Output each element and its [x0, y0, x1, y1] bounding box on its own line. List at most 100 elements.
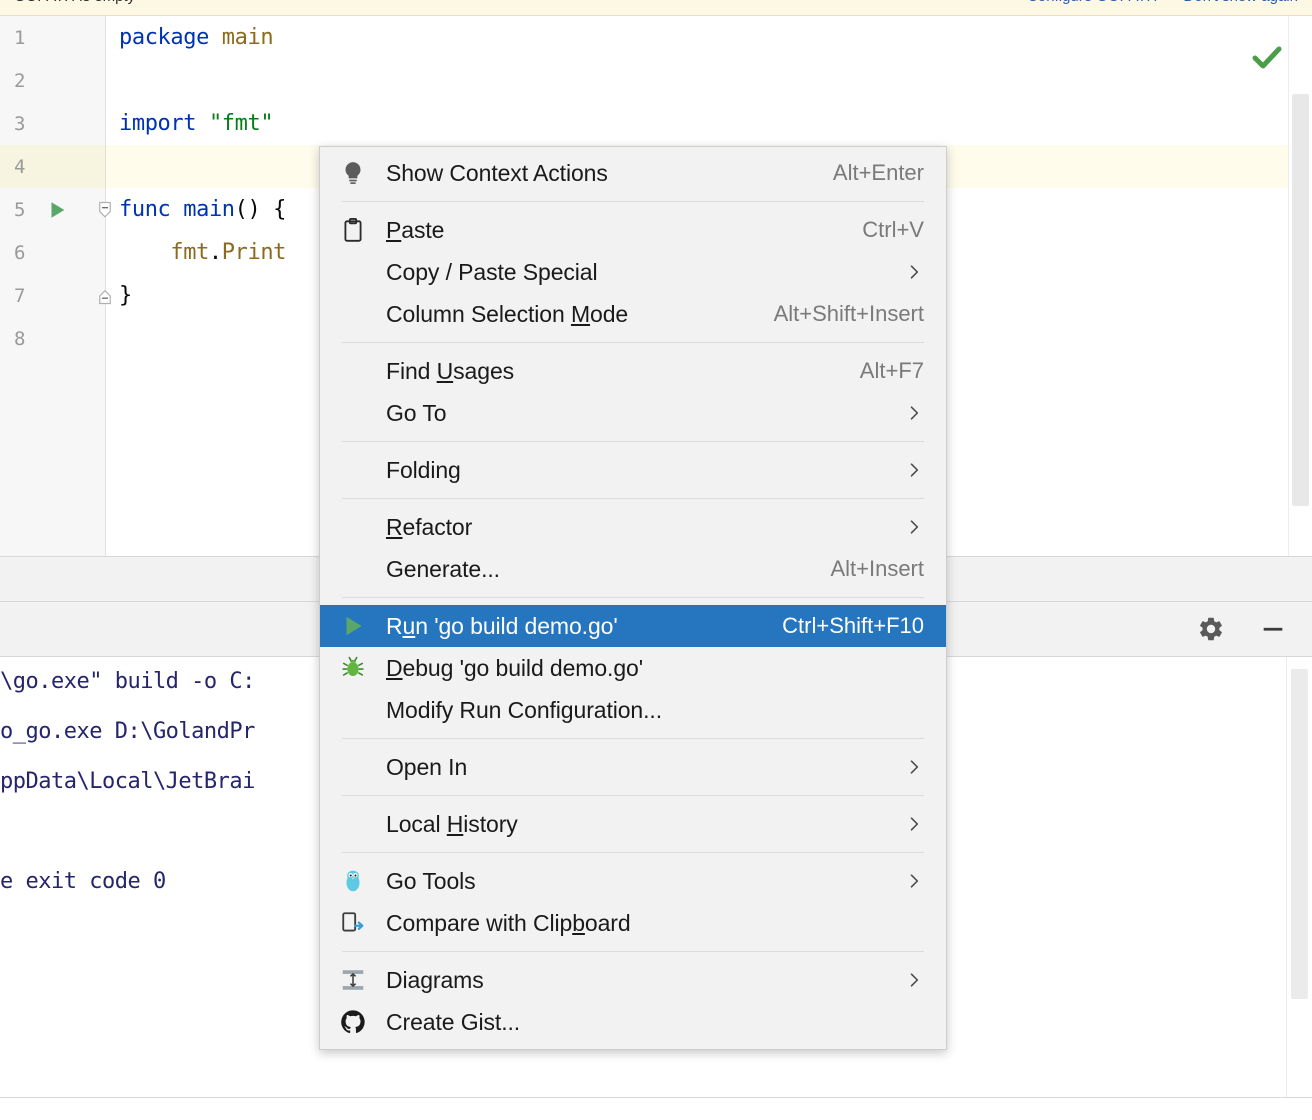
menu-separator	[342, 201, 924, 202]
code-folding-end-icon[interactable]	[96, 274, 116, 317]
menu-item-shortcut: Ctrl+Shift+F10	[782, 613, 924, 638]
menu-item-label: Folding	[386, 456, 461, 483]
status-bar	[0, 1097, 1312, 1120]
menu-item-refactor[interactable]: Refactor	[320, 506, 946, 548]
menu-item-go-to[interactable]: Go To	[320, 392, 946, 434]
menu-item-label: Local History	[386, 810, 518, 837]
debug-bug-icon	[320, 647, 386, 689]
line-number: 5	[14, 198, 26, 221]
console-scrollbar[interactable]	[1286, 657, 1312, 1097]
menu-item-folding[interactable]: Folding	[320, 449, 946, 491]
menu-item-label: Compare with Clipboard	[386, 909, 631, 936]
menu-separator	[342, 951, 924, 952]
menu-item-column-selection-mode[interactable]: Column Selection Mode Alt+Shift+Insert	[320, 293, 946, 335]
menu-item-no-icon	[320, 506, 386, 548]
menu-item-no-icon	[320, 293, 386, 335]
menu-item-local-history[interactable]: Local History	[320, 803, 946, 845]
dont-show-again-link[interactable]: Don't show again	[1183, 0, 1298, 5]
line-number: 7	[14, 284, 26, 307]
editor-line-2[interactable]: 2	[0, 59, 1312, 102]
menu-item-shortcut: Ctrl+V	[862, 217, 924, 242]
gutter-cell-8[interactable]: 8	[0, 317, 106, 360]
gear-icon[interactable]	[1196, 614, 1226, 644]
menu-item-compare-with-clipboard[interactable]: Compare with Clipboard	[320, 902, 946, 944]
menu-separator	[342, 738, 924, 739]
menu-item-label: Refactor	[386, 513, 473, 540]
menu-item-create-gist[interactable]: Create Gist...	[320, 1001, 946, 1043]
clipboard-icon	[320, 209, 386, 251]
line-number: 4	[14, 155, 26, 178]
menu-item-label: Generate...	[386, 555, 500, 582]
line-number: 1	[14, 26, 26, 49]
chevron-right-icon	[884, 814, 924, 834]
chevron-right-icon	[884, 262, 924, 282]
gutter-cell-4[interactable]: 4	[0, 145, 106, 188]
editor-scrollbar[interactable]	[1288, 16, 1312, 556]
run-green-triangle-icon	[320, 605, 386, 647]
gutter-cell-3[interactable]: 3	[0, 102, 106, 145]
gopath-notification-banner: GOPATH is empty Configure GOPATH Don't s…	[0, 0, 1312, 16]
gutter-cell-5[interactable]: 5	[0, 188, 111, 231]
menu-item-shortcut: Alt+Insert	[830, 556, 924, 581]
menu-separator	[342, 498, 924, 499]
editor-context-menu[interactable]: Show Context Actions Alt+Enter Paste Ctrl+V…	[319, 146, 947, 1050]
gutter-cell-1[interactable]: 1	[0, 16, 106, 59]
chevron-right-icon	[884, 871, 924, 891]
menu-separator	[342, 852, 924, 853]
menu-item-generate[interactable]: Generate... Alt+Insert	[320, 548, 946, 590]
minimize-icon[interactable]	[1258, 614, 1288, 644]
chevron-right-icon	[884, 403, 924, 423]
gutter-cell-6[interactable]: 6	[0, 231, 106, 274]
editor-line-1[interactable]: 1 package main	[0, 16, 1312, 59]
console-scrollbar-thumb[interactable]	[1291, 669, 1308, 999]
chevron-right-icon	[884, 757, 924, 777]
menu-item-label: Open In	[386, 753, 468, 780]
menu-item-copy-paste-special[interactable]: Copy / Paste Special	[320, 251, 946, 293]
menu-item-show-context-actions[interactable]: Show Context Actions Alt+Enter	[320, 152, 946, 194]
menu-item-label: Paste	[386, 216, 445, 243]
editor-scrollbar-thumb[interactable]	[1292, 94, 1309, 506]
compare-clipboard-icon	[320, 902, 386, 944]
chevron-right-icon	[884, 517, 924, 537]
diagram-icon	[320, 959, 386, 1001]
line-number: 3	[14, 112, 26, 135]
menu-item-label: Go To	[386, 399, 447, 426]
gutter-cell-2[interactable]: 2	[0, 59, 106, 102]
menu-item-find-usages[interactable]: Find Usages Alt+F7	[320, 350, 946, 392]
menu-separator	[342, 342, 924, 343]
menu-item-label: Find Usages	[386, 357, 515, 384]
menu-item-shortcut: Alt+Shift+Insert	[773, 301, 924, 326]
go-gopher-icon	[320, 860, 386, 902]
menu-item-paste[interactable]: Paste Ctrl+V	[320, 209, 946, 251]
line-number: 8	[14, 327, 26, 350]
menu-separator	[342, 597, 924, 598]
code-folding-start-icon[interactable]	[96, 188, 116, 231]
code-line-text: package main	[119, 25, 274, 50]
menu-item-label: Column Selection Mode	[386, 300, 629, 327]
menu-item-open-in[interactable]: Open In	[320, 746, 946, 788]
gutter-cell-7[interactable]: 7	[0, 274, 111, 317]
menu-item-label: Create Gist...	[386, 1008, 521, 1035]
menu-item-label: Go Tools	[386, 867, 476, 894]
menu-item-no-icon	[320, 350, 386, 392]
menu-item-no-icon	[320, 548, 386, 590]
menu-item-label: Run 'go build demo.go'	[386, 612, 618, 639]
menu-item-modify-run-configuration[interactable]: Modify Run Configuration...	[320, 689, 946, 731]
menu-item-diagrams[interactable]: Diagrams	[320, 959, 946, 1001]
menu-separator	[342, 441, 924, 442]
editor-line-3[interactable]: 3 import "fmt"	[0, 102, 1312, 145]
gutter-run-icon[interactable]	[46, 188, 68, 231]
configure-gopath-link[interactable]: Configure GOPATH	[1027, 0, 1157, 5]
menu-item-no-icon	[320, 746, 386, 788]
menu-item-label: Show Context Actions	[386, 159, 608, 186]
inspection-ok-check-icon[interactable]	[1252, 46, 1282, 75]
menu-item-run-go-build-demo[interactable]: Run 'go build demo.go' Ctrl+Shift+F10	[320, 605, 946, 647]
menu-item-shortcut: Alt+F7	[859, 358, 924, 383]
menu-item-debug-go-build-demo[interactable]: Debug 'go build demo.go'	[320, 647, 946, 689]
chevron-right-icon	[884, 970, 924, 990]
menu-item-go-tools[interactable]: Go Tools	[320, 860, 946, 902]
menu-item-shortcut: Alt+Enter	[832, 160, 924, 185]
menu-item-label: Copy / Paste Special	[386, 258, 598, 285]
line-number: 6	[14, 241, 26, 264]
menu-item-no-icon	[320, 251, 386, 293]
